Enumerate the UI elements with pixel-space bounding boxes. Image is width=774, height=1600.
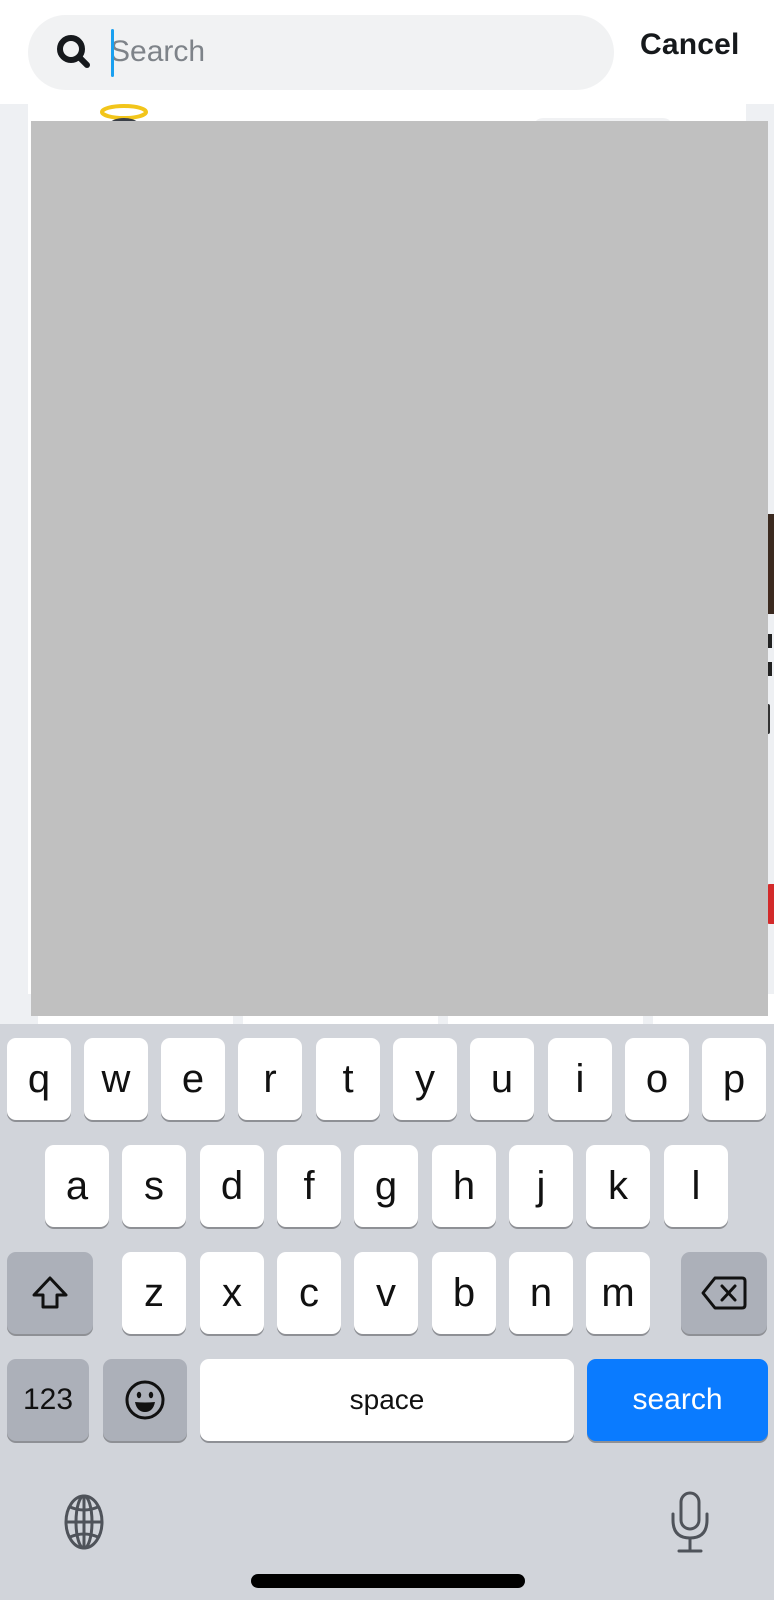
- keyboard: q w e r t y u i o p a s d f g h j k l z …: [0, 1024, 774, 1600]
- redaction-overlay: [31, 121, 768, 1016]
- key-h[interactable]: h: [432, 1145, 496, 1227]
- shift-key[interactable]: [7, 1252, 93, 1334]
- key-j[interactable]: j: [509, 1145, 573, 1227]
- key-d[interactable]: d: [200, 1145, 264, 1227]
- key-l[interactable]: l: [664, 1145, 728, 1227]
- delete-backspace-icon: [701, 1276, 747, 1310]
- key-z[interactable]: z: [122, 1252, 186, 1334]
- key-i[interactable]: i: [548, 1038, 612, 1120]
- key-c[interactable]: c: [277, 1252, 341, 1334]
- space-key[interactable]: space: [200, 1359, 574, 1441]
- key-a[interactable]: a: [45, 1145, 109, 1227]
- key-y[interactable]: y: [393, 1038, 457, 1120]
- key-u[interactable]: u: [470, 1038, 534, 1120]
- key-w[interactable]: w: [84, 1038, 148, 1120]
- key-v[interactable]: v: [354, 1252, 418, 1334]
- key-k[interactable]: k: [586, 1145, 650, 1227]
- key-x[interactable]: x: [200, 1252, 264, 1334]
- home-indicator[interactable]: [251, 1574, 525, 1588]
- key-q[interactable]: q: [7, 1038, 71, 1120]
- key-n[interactable]: n: [509, 1252, 573, 1334]
- emoji-icon: [125, 1380, 165, 1420]
- key-p[interactable]: p: [702, 1038, 766, 1120]
- key-f[interactable]: f: [277, 1145, 341, 1227]
- screen: Cancel q w e r t y u i o p: [0, 0, 774, 1600]
- emoji-key[interactable]: [103, 1359, 187, 1441]
- key-g[interactable]: g: [354, 1145, 418, 1227]
- search-header: Cancel: [0, 0, 774, 104]
- key-m[interactable]: m: [586, 1252, 650, 1334]
- key-e[interactable]: e: [161, 1038, 225, 1120]
- search-input[interactable]: [110, 22, 590, 82]
- numbers-key[interactable]: 123: [7, 1359, 89, 1441]
- cancel-button[interactable]: Cancel: [640, 28, 740, 62]
- delete-key[interactable]: [681, 1252, 767, 1334]
- key-o[interactable]: o: [625, 1038, 689, 1120]
- search-icon: [57, 35, 90, 68]
- search-key[interactable]: search: [587, 1359, 768, 1441]
- key-r[interactable]: r: [238, 1038, 302, 1120]
- globe-icon[interactable]: [56, 1494, 112, 1550]
- key-b[interactable]: b: [432, 1252, 496, 1334]
- microphone-icon[interactable]: [668, 1490, 712, 1556]
- shift-icon: [32, 1276, 68, 1309]
- key-s[interactable]: s: [122, 1145, 186, 1227]
- text-caret: [111, 29, 114, 77]
- key-t[interactable]: t: [316, 1038, 380, 1120]
